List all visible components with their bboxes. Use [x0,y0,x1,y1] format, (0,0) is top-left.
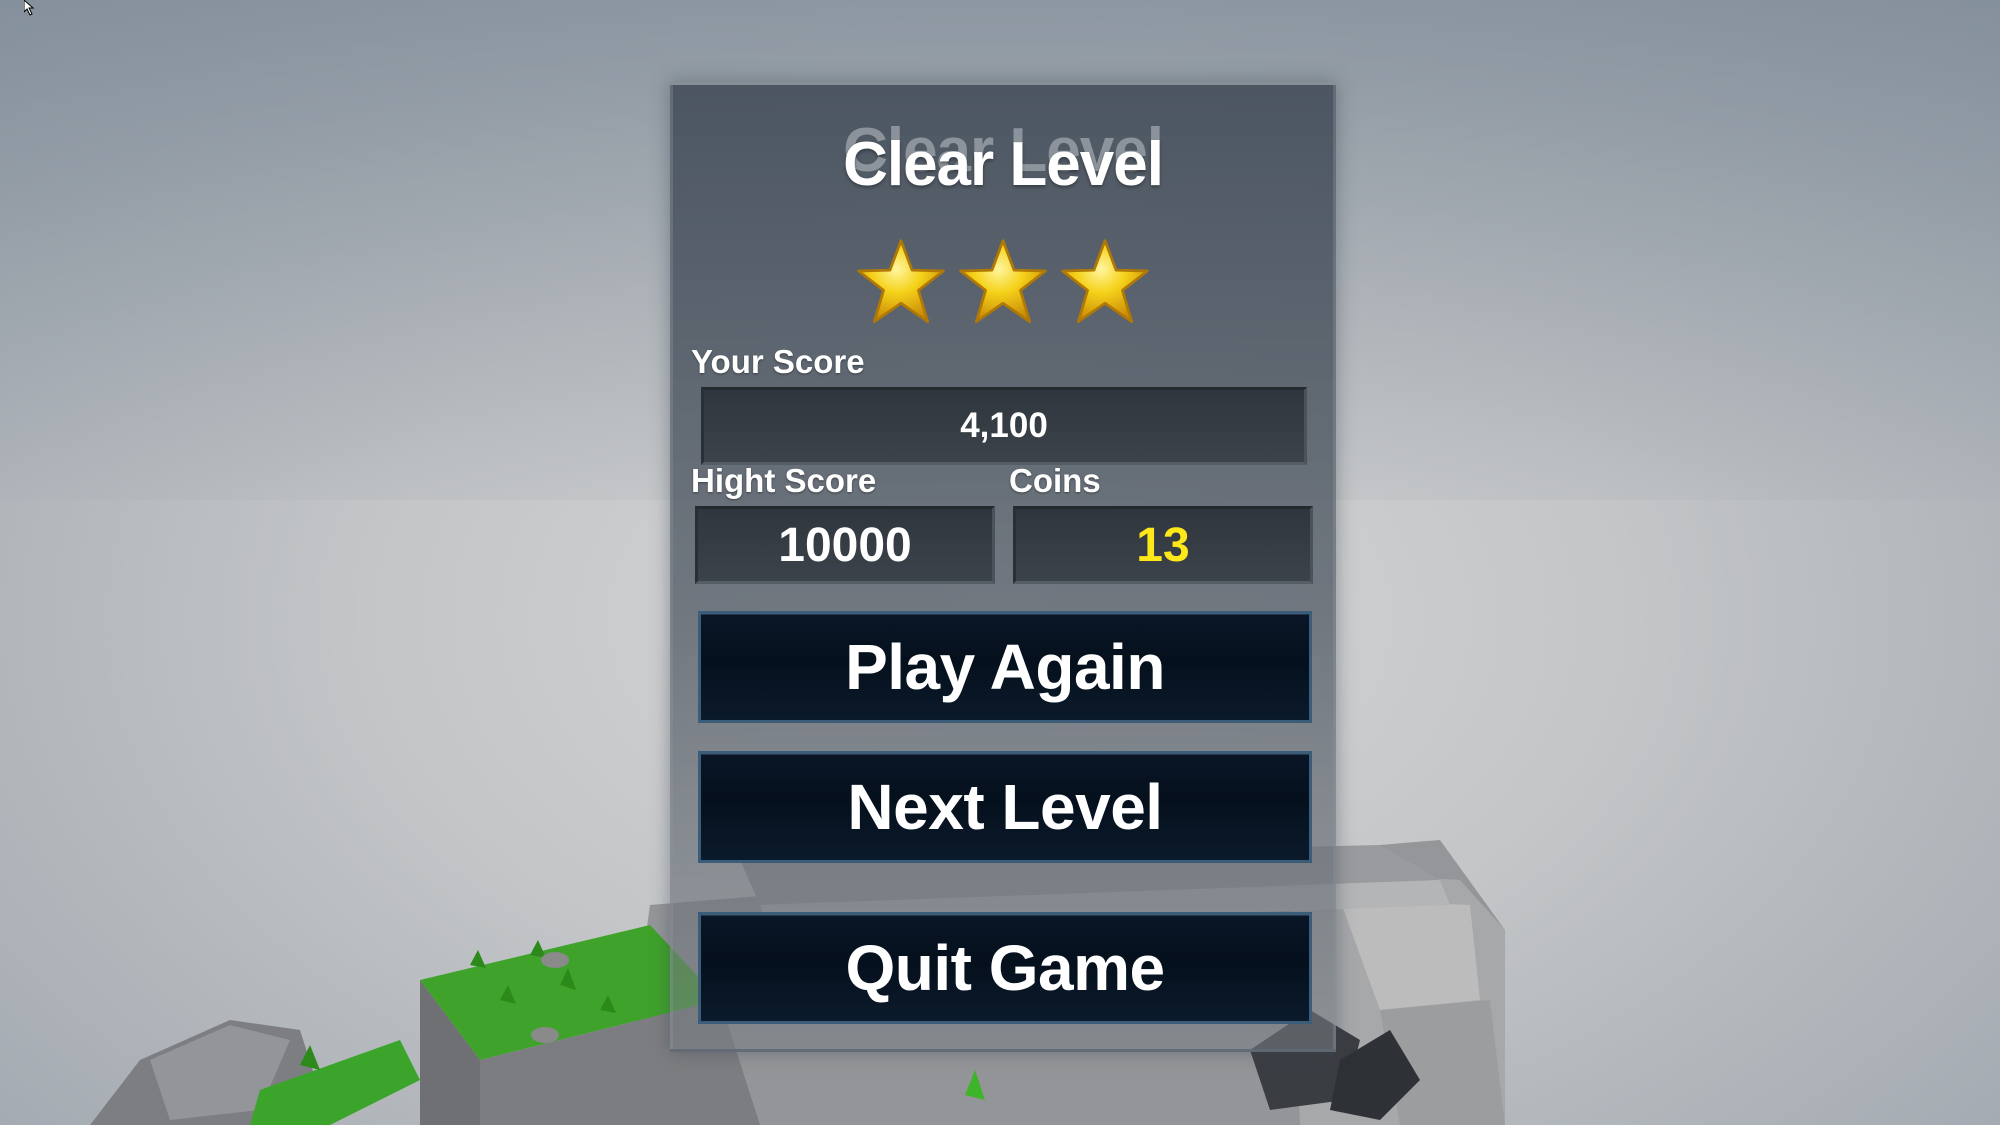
coins-value: 13 [1136,518,1190,572]
play-again-button[interactable]: Play Again [698,611,1312,723]
star-icon [1061,239,1149,324]
coins-label: Coins [1009,462,1101,499]
play-again-label: Play Again [845,631,1165,703]
your-score-label: Your Score [691,343,865,380]
your-score-value: 4,100 [960,406,1048,445]
dialog-title: Clear Level Clear Level [673,115,1333,199]
mouse-cursor-icon [24,0,35,16]
next-level-label: Next Level [847,771,1163,843]
game-scene: Clear Level Clear Level Your Score 4,100… [0,0,2000,1125]
dialog-title-text: Clear Level [843,130,1164,199]
next-level-button[interactable]: Next Level [698,751,1312,863]
star-icon [857,239,945,324]
quit-game-button[interactable]: Quit Game [698,912,1312,1024]
high-score-value: 10000 [778,518,912,572]
high-score-label: Hight Score [691,462,877,499]
coins-value-box: 13 [1013,506,1313,584]
star-icon [959,239,1047,324]
your-score-value-box: 4,100 [701,387,1307,465]
level-clear-dialog: Clear Level Clear Level Your Score 4,100… [670,82,1336,1052]
high-score-value-box: 10000 [695,506,995,584]
quit-game-label: Quit Game [845,932,1165,1004]
star-rating [673,237,1333,337]
